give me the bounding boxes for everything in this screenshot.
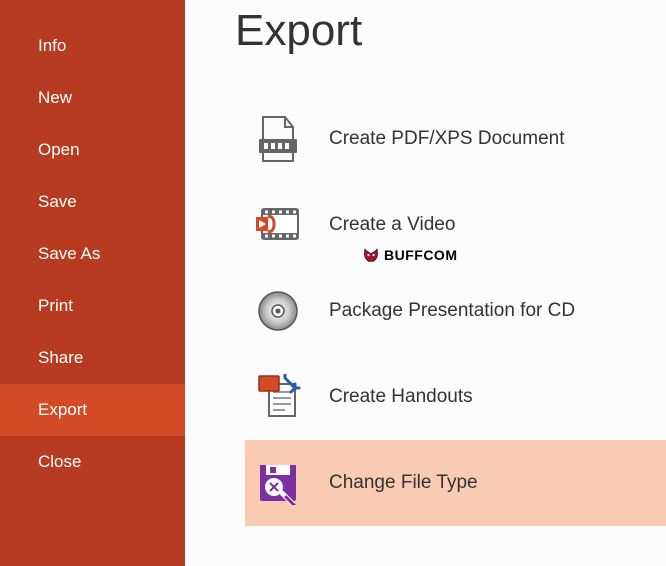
sidebar-item-close[interactable]: Close: [0, 436, 185, 488]
sidebar-item-label: Open: [38, 140, 80, 159]
sidebar-item-open[interactable]: Open: [0, 124, 185, 176]
sidebar-item-label: Close: [38, 452, 81, 471]
sidebar-item-save-as[interactable]: Save As: [0, 228, 185, 280]
export-option-change-file-type[interactable]: Change File Type: [245, 440, 666, 526]
change-file-type-icon: [253, 458, 303, 508]
export-option-pdf-xps[interactable]: Create PDF/XPS Document: [245, 96, 666, 182]
sidebar-item-print[interactable]: Print: [0, 280, 185, 332]
backstage-view: Info New Open Save Save As Print Share E…: [0, 0, 666, 566]
sidebar-item-export[interactable]: Export: [0, 384, 185, 436]
handouts-icon: [253, 372, 303, 422]
export-option-label: Create Handouts: [329, 386, 473, 408]
sidebar-item-share[interactable]: Share: [0, 332, 185, 384]
export-option-package-cd[interactable]: Package Presentation for CD: [245, 268, 666, 354]
sidebar-item-label: Save As: [38, 244, 100, 263]
cd-icon: [253, 286, 303, 336]
sidebar-item-info[interactable]: Info: [0, 20, 185, 72]
export-option-label: Change File Type: [329, 472, 478, 494]
sidebar-item-label: Save: [38, 192, 77, 211]
sidebar-item-label: New: [38, 88, 72, 107]
export-option-label: Package Presentation for CD: [329, 300, 575, 322]
export-option-handouts[interactable]: Create Handouts: [245, 354, 666, 440]
backstage-sidebar: Info New Open Save Save As Print Share E…: [0, 0, 185, 566]
export-option-label: Create a Video: [329, 214, 455, 236]
export-option-video[interactable]: Create a Video: [245, 182, 666, 268]
sidebar-item-label: Info: [38, 36, 66, 55]
sidebar-item-new[interactable]: New: [0, 72, 185, 124]
pdf-xps-icon: [253, 114, 303, 164]
video-icon: [253, 200, 303, 250]
export-panel: Export Create PDF/XPS Document: [185, 0, 666, 566]
sidebar-item-label: Export: [38, 400, 87, 419]
export-option-label: Create PDF/XPS Document: [329, 128, 564, 150]
sidebar-item-label: Print: [38, 296, 73, 315]
sidebar-item-label: Share: [38, 348, 83, 367]
export-options-list: Create PDF/XPS Document: [245, 96, 666, 526]
page-title: Export: [235, 6, 666, 56]
sidebar-item-save[interactable]: Save: [0, 176, 185, 228]
